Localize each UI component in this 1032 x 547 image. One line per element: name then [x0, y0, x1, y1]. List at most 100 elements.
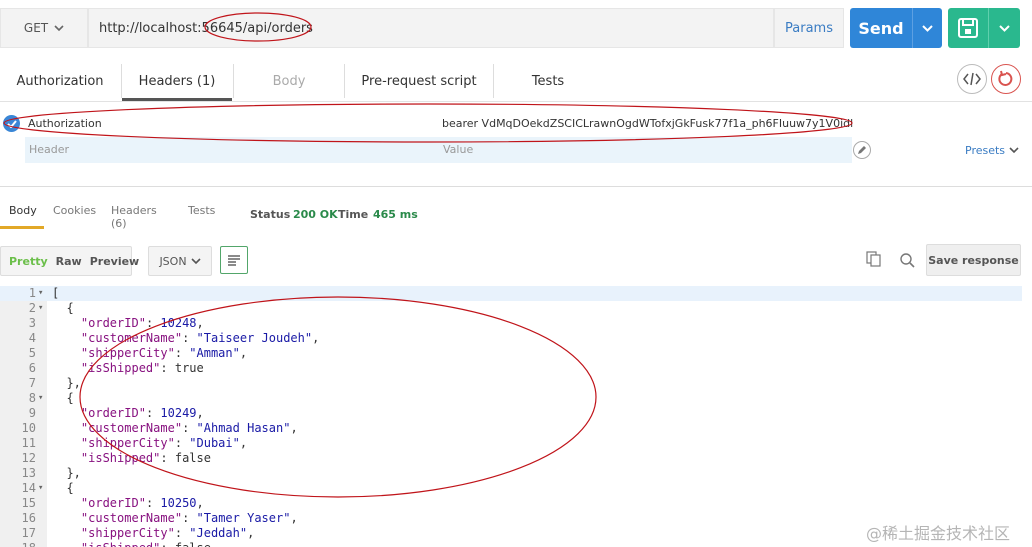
wrap-lines-button[interactable]: [220, 246, 248, 274]
header-value-input[interactable]: Value: [443, 143, 473, 156]
wrap-lines-icon: [228, 255, 240, 266]
code-line: 13 },: [0, 466, 1022, 481]
time-label: Time: [338, 208, 369, 221]
code-line: 11 "shipperCity": "Dubai",: [0, 436, 1022, 451]
code-text: "shipperCity": "Dubai",: [80, 436, 248, 450]
copy-icon[interactable]: [866, 251, 882, 267]
code-text: {: [52, 481, 74, 495]
url-text: http://localhost:56645/api/orders: [99, 20, 313, 36]
tab-response-headers[interactable]: Headers (6): [111, 204, 157, 230]
url-input[interactable]: http://localhost:56645/api/orders: [88, 8, 774, 48]
line-number: 18: [0, 541, 36, 547]
code-text: [: [52, 286, 60, 300]
params-button[interactable]: Params: [774, 8, 844, 48]
floppy-disk-icon: [958, 18, 978, 38]
code-text: "isShipped": false: [80, 451, 211, 465]
status-label: Status: [250, 208, 291, 221]
header-key-field[interactable]: Authorization: [28, 117, 102, 130]
code-text: "isShipped": false: [52, 541, 211, 547]
time-value: 465 ms: [373, 208, 418, 221]
code-line: 10 "customerName": "Ahmad Hasan",: [0, 421, 1022, 436]
code-line: 2 ▾ {: [0, 301, 1022, 316]
line-number: 6: [28, 361, 36, 375]
status-value: 200 OK: [293, 208, 338, 221]
code-text: "customerName": "Tamer Yaser",: [80, 511, 298, 525]
language-select[interactable]: JSON: [148, 246, 212, 276]
request-tabs: Authorization Headers (1) Body Pre-reque…: [0, 62, 1032, 102]
code-text: {: [52, 301, 74, 315]
chevron-down-icon: [1008, 147, 1019, 154]
line-number: 13: [21, 466, 36, 480]
line-number: 8: [28, 391, 36, 405]
search-icon[interactable]: [899, 252, 915, 268]
code-text: "customerName": "Ahmad Hasan",: [80, 421, 298, 435]
reset-button[interactable]: [991, 64, 1021, 94]
line-number: 3: [28, 316, 36, 330]
line-number: 5: [28, 346, 36, 360]
chevron-down-icon: [922, 25, 933, 32]
save-response-button[interactable]: Save response: [926, 244, 1021, 276]
code-text: },: [52, 466, 81, 480]
tab-response-tests[interactable]: Tests: [188, 204, 215, 217]
raw-button[interactable]: Raw: [52, 255, 86, 268]
header-key-input[interactable]: Header: [29, 143, 69, 156]
tab-pre-request-script[interactable]: Pre-request script: [345, 62, 493, 100]
code-text: {: [52, 391, 74, 405]
presets-dropdown[interactable]: Presets: [965, 144, 1019, 157]
response-body-viewer[interactable]: 1 ▾[2 ▾ {3 "orderID": 10248, 4 "customerNam…: [0, 286, 1022, 547]
code-line: 12 "isShipped": false: [0, 451, 1022, 466]
tab-response-body[interactable]: Body: [9, 204, 37, 217]
code-text: "customerName": "Taiseer Joudeh",: [80, 331, 320, 345]
fold-toggle-icon[interactable]: ▾: [38, 286, 43, 301]
line-number: 9: [28, 406, 36, 420]
pretty-button[interactable]: Pretty: [1, 255, 52, 268]
tab-headers[interactable]: Headers (1): [122, 62, 232, 100]
edit-headers-button[interactable]: [853, 141, 871, 159]
divider: [0, 186, 1032, 187]
tab-response-cookies[interactable]: Cookies: [53, 204, 96, 217]
divider: [0, 101, 1032, 102]
code-line: 14 ▾ {: [0, 481, 1022, 496]
header-row: Authorization bearer VdMqDOekdZSCICLrawn…: [0, 110, 1032, 136]
line-number: 4: [28, 331, 36, 345]
line-number: 16: [21, 511, 36, 525]
send-button[interactable]: Send: [850, 8, 942, 48]
header-value-field[interactable]: bearer VdMqDOekdZSCICLrawnOgdWTofxjGkFus…: [442, 117, 853, 130]
send-label: Send: [858, 18, 904, 38]
tab-tests[interactable]: Tests: [494, 62, 602, 100]
params-label: Params: [785, 20, 833, 36]
method-select[interactable]: GET: [0, 8, 88, 48]
save-dropdown[interactable]: [989, 21, 1020, 35]
fold-toggle-icon[interactable]: ▾: [38, 391, 43, 406]
tab-body[interactable]: Body: [234, 62, 344, 100]
watermark-text: @稀土掘金技术社区: [866, 524, 1011, 543]
line-number: 12: [21, 451, 36, 465]
code-line: 9 "orderID": 10249,: [0, 406, 1022, 421]
new-header-row: Header Value: [25, 137, 852, 163]
line-number: 17: [21, 526, 36, 540]
code-snippet-button[interactable]: [957, 64, 987, 94]
code-text: "orderID": 10248,: [80, 316, 204, 330]
send-dropdown[interactable]: [913, 21, 942, 35]
code-line: 15 "orderID": 10250,: [0, 496, 1022, 511]
code-line: 8 ▾ {: [0, 391, 1022, 406]
reset-icon: [998, 70, 1013, 86]
code-line: 6 "isShipped": true: [0, 361, 1022, 376]
code-line: 3 "orderID": 10248,: [0, 316, 1022, 331]
line-number: 2: [28, 301, 36, 315]
fold-toggle-icon[interactable]: ▾: [38, 481, 43, 496]
pencil-icon: [858, 146, 866, 154]
code-line: 4 "customerName": "Taiseer Joudeh",: [0, 331, 1022, 346]
line-number: 1: [28, 286, 36, 300]
tab-authorization[interactable]: Authorization: [0, 62, 120, 100]
code-line: 1 ▾ [: [0, 286, 1022, 301]
save-request-button[interactable]: [948, 8, 1020, 48]
fold-toggle-icon[interactable]: ▾: [38, 301, 43, 316]
request-bar: GET http://localhost:56645/api/orders Pa…: [0, 8, 1032, 48]
code-text: "shipperCity": "Amman",: [80, 346, 248, 360]
line-number: 7: [28, 376, 36, 390]
preview-button[interactable]: Preview: [86, 255, 144, 268]
line-number: 15: [21, 496, 36, 510]
format-button-group: Pretty Raw Preview: [0, 246, 139, 276]
active-tab-indicator: [0, 226, 44, 229]
